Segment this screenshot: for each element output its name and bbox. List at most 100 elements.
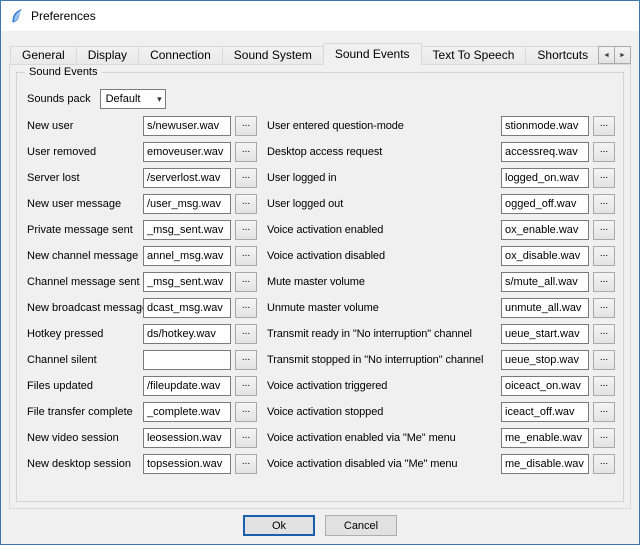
browse-button-user-logged-out[interactable]: ... [593,194,615,214]
sound-file-input-voice-activation-triggered[interactable] [501,376,589,396]
label-user-removed: User removed [27,146,143,158]
sound-file-input-transmit-stopped-in-no-interruption-channel[interactable] [501,350,589,370]
browse-button-user-removed[interactable]: ... [235,142,257,162]
browse-button-channel-message-sent[interactable]: ... [235,272,257,292]
sound-file-input-new-channel-message[interactable] [143,246,231,266]
browse-button-voice-activation-disabled[interactable]: ... [593,246,615,266]
sound-file-input-new-broadcast-message[interactable] [143,298,231,318]
browse-button-new-video-session[interactable]: ... [235,428,257,448]
tab-scroll-control: ◄ ► [599,46,631,64]
sound-file-input-voice-activation-disabled-via-me-menu[interactable] [501,454,589,474]
tab-text-to-speech[interactable]: Text To Speech [421,46,527,65]
tab-display[interactable]: Display [76,46,139,65]
browse-button-unmute-master-volume[interactable]: ... [593,298,615,318]
tab-sound-system[interactable]: Sound System [222,46,324,65]
browse-button-mute-master-volume[interactable]: ... [593,272,615,292]
sound-event-row: Channel message sent ... Mute master vol… [27,269,615,295]
sound-file-input-new-user-message[interactable] [143,194,231,214]
sound-file-input-files-updated[interactable] [143,376,231,396]
label-new-user-message: New user message [27,198,143,210]
label-hotkey-pressed: Hotkey pressed [27,328,143,340]
window-title: Preferences [31,9,96,23]
sound-file-input-user-removed[interactable] [143,142,231,162]
tab-general[interactable]: General [10,46,77,65]
sound-file-input-channel-message-sent[interactable] [143,272,231,292]
browse-button-transmit-stopped-in-no-interruption-channel[interactable]: ... [593,350,615,370]
browse-button-new-user-message[interactable]: ... [235,194,257,214]
browse-button-voice-activation-triggered[interactable]: ... [593,376,615,396]
tab-shortcuts[interactable]: Shortcuts [525,46,600,65]
label-files-updated: Files updated [27,380,143,392]
browse-button-new-desktop-session[interactable]: ... [235,454,257,474]
browse-button-new-broadcast-message[interactable]: ... [235,298,257,318]
sound-file-input-file-transfer-complete[interactable] [143,402,231,422]
browse-button-transmit-ready-in-no-interruption-channel[interactable]: ... [593,324,615,344]
sound-file-input-new-user[interactable] [143,116,231,136]
ok-button[interactable]: Ok [243,515,315,536]
sound-event-row: User removed ... Desktop access request … [27,139,615,165]
sounds-pack-select[interactable]: Default ▾ [100,89,166,109]
sound-event-row: New user message ... User logged out ... [27,191,615,217]
sound-file-input-channel-silent[interactable] [143,350,231,370]
browse-button-voice-activation-enabled-via-me-menu[interactable]: ... [593,428,615,448]
browse-button-voice-activation-disabled-via-me-menu[interactable]: ... [593,454,615,474]
sounds-pack-row: Sounds pack Default ▾ [27,88,623,110]
tab-scroll-right-button[interactable]: ► [614,46,631,64]
label-new-desktop-session: New desktop session [27,458,143,470]
label-unmute-master-volume: Unmute master volume [267,302,501,314]
sound-file-input-user-entered-question-mode[interactable] [501,116,589,136]
browse-button-user-logged-in[interactable]: ... [593,168,615,188]
preferences-window: Preferences GeneralDisplayConnectionSoun… [0,0,640,545]
browse-button-channel-silent[interactable]: ... [235,350,257,370]
browse-button-user-entered-question-mode[interactable]: ... [593,116,615,136]
sound-file-input-desktop-access-request[interactable] [501,142,589,162]
cancel-button[interactable]: Cancel [325,515,397,536]
sound-file-input-voice-activation-enabled[interactable] [501,220,589,240]
sound-file-input-voice-activation-disabled[interactable] [501,246,589,266]
sound-file-input-unmute-master-volume[interactable] [501,298,589,318]
tab-scroll-left-button[interactable]: ◄ [598,46,615,64]
browse-button-server-lost[interactable]: ... [235,168,257,188]
browse-button-private-message-sent[interactable]: ... [235,220,257,240]
sound-file-input-server-lost[interactable] [143,168,231,188]
sound-file-input-user-logged-out[interactable] [501,194,589,214]
sound-file-input-new-video-session[interactable] [143,428,231,448]
sound-file-input-voice-activation-stopped[interactable] [501,402,589,422]
label-channel-message-sent: Channel message sent [27,276,143,288]
sound-event-rows: New user ... User entered question-mode … [27,113,615,477]
sound-event-row: File transfer complete ... Voice activat… [27,399,615,425]
browse-button-file-transfer-complete[interactable]: ... [235,402,257,422]
browse-button-files-updated[interactable]: ... [235,376,257,396]
browse-button-new-channel-message[interactable]: ... [235,246,257,266]
label-desktop-access-request: Desktop access request [267,146,501,158]
sound-file-input-voice-activation-enabled-via-me-menu[interactable] [501,428,589,448]
sound-file-input-transmit-ready-in-no-interruption-channel[interactable] [501,324,589,344]
browse-button-hotkey-pressed[interactable]: ... [235,324,257,344]
sound-event-row: New desktop session ... Voice activation… [27,451,615,477]
sound-file-input-mute-master-volume[interactable] [501,272,589,292]
label-new-video-session: New video session [27,432,143,444]
browse-button-desktop-access-request[interactable]: ... [593,142,615,162]
browse-button-voice-activation-stopped[interactable]: ... [593,402,615,422]
label-voice-activation-stopped: Voice activation stopped [267,406,501,418]
sound-file-input-new-desktop-session[interactable] [143,454,231,474]
sound-file-input-private-message-sent[interactable] [143,220,231,240]
chevron-down-icon: ▾ [157,94,162,105]
tab-strip: GeneralDisplayConnectionSound SystemSoun… [10,43,631,65]
sound-file-input-user-logged-in[interactable] [501,168,589,188]
tab-sound-events[interactable]: Sound Events [323,43,422,65]
tab-connection[interactable]: Connection [138,46,223,65]
sound-event-row: New video session ... Voice activation e… [27,425,615,451]
sound-event-row: New user ... User entered question-mode … [27,113,615,139]
browse-button-voice-activation-enabled[interactable]: ... [593,220,615,240]
tab-page-sound-events: Sound Events Sounds pack Default ▾ New u… [9,64,631,509]
browse-button-new-user[interactable]: ... [235,116,257,136]
app-logo-icon [9,8,25,24]
sound-event-row: New channel message ... Voice activation… [27,243,615,269]
sound-event-row: Hotkey pressed ... Transmit ready in "No… [27,321,615,347]
sound-file-input-hotkey-pressed[interactable] [143,324,231,344]
label-private-message-sent: Private message sent [27,224,143,236]
label-voice-activation-disabled: Voice activation disabled [267,250,501,262]
label-voice-activation-triggered: Voice activation triggered [267,380,501,392]
label-new-channel-message: New channel message [27,250,143,262]
